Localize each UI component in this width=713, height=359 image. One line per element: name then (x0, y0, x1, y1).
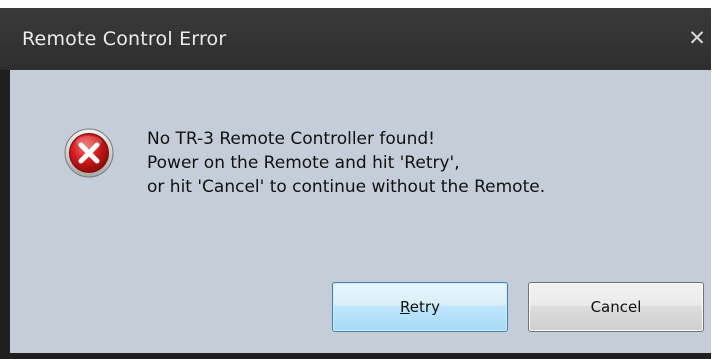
error-message: No TR-3 Remote Controller found! Power o… (147, 127, 545, 199)
dialog-body: No TR-3 Remote Controller found! Power o… (10, 70, 711, 353)
retry-button[interactable]: Retry (332, 282, 508, 332)
cancel-button[interactable]: Cancel (528, 282, 704, 332)
dialog-window: Remote Control Error ✕ No TR-3 Remote Co… (0, 8, 711, 359)
close-icon[interactable]: ✕ (685, 26, 709, 50)
message-line: No TR-3 Remote Controller found! (147, 129, 435, 149)
title-bar[interactable]: Remote Control Error ✕ (0, 8, 711, 70)
message-line: or hit 'Cancel' to continue without the … (147, 177, 546, 197)
retry-mnemonic: R (400, 298, 410, 316)
retry-label: etry (409, 298, 440, 316)
window-bottom-border (0, 353, 711, 359)
error-icon (64, 128, 114, 178)
dialog-title: Remote Control Error (22, 28, 227, 50)
message-line: Power on the Remote and hit 'Retry', (147, 153, 460, 173)
